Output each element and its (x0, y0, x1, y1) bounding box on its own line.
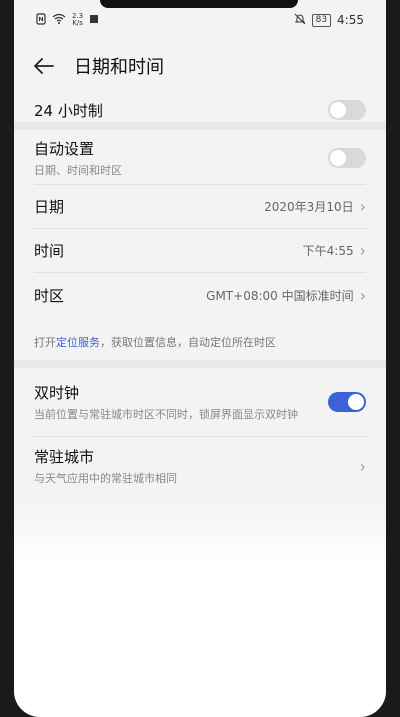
chevron-right-icon: › (359, 240, 366, 260)
section-separator (14, 122, 386, 130)
row-timezone-label: 时区 (34, 286, 65, 305)
notification-icon (89, 13, 99, 27)
section-separator (14, 360, 386, 368)
phone-screen: 2.3 K/s 83 4:55 日期和时间 24 小时制 自动设置 日期、时间和… (14, 0, 386, 717)
toggle-dual-clock[interactable] (328, 392, 366, 412)
arrow-left-icon (34, 58, 54, 74)
toggle-24-hour[interactable] (328, 100, 366, 120)
status-bar: 2.3 K/s 83 4:55 (14, 0, 386, 40)
location-note-suffix: ，获取位置信息，自动定位所在时区 (100, 336, 276, 349)
bottom-fade (14, 500, 386, 717)
speed-unit: K/s (72, 19, 83, 27)
row-auto-set[interactable]: 自动设置 日期、时间和时区 (14, 132, 386, 184)
row-home-city[interactable]: 常驻城市 与天气应用中的常驻城市相同 › (14, 442, 386, 490)
row-home-city-text: 常驻城市 与天气应用中的常驻城市相同 (34, 446, 177, 486)
row-home-city-label: 常驻城市 (34, 448, 95, 466)
location-note: 打开定位服务，获取位置信息，自动定位所在时区 (34, 334, 366, 350)
row-24-hour-label: 24 小时制 (34, 101, 103, 120)
status-left: 2.3 K/s (36, 13, 99, 28)
app-header: 日期和时间 (14, 40, 386, 92)
network-speed: 2.3 K/s (72, 13, 83, 27)
row-time-value-wrap: 下午4:55 › (303, 241, 366, 260)
back-button[interactable] (14, 40, 74, 92)
row-dual-clock-label: 双时钟 (34, 384, 80, 402)
row-auto-set-sub: 日期、时间和时区 (34, 164, 122, 177)
row-dual-clock-sub: 当前位置与常驻城市时区不同时，锁屏界面显示双时钟 (34, 408, 298, 421)
status-right: 83 4:55 (294, 13, 364, 28)
mute-icon (294, 13, 306, 28)
row-date[interactable]: 日期 2020年3月10日 › (14, 185, 386, 227)
location-service-link[interactable]: 定位服务 (56, 336, 100, 349)
row-dual-clock[interactable]: 双时钟 当前位置与常驻城市时区不同时，锁屏界面显示双时钟 (14, 372, 386, 432)
page-title: 日期和时间 (74, 57, 164, 78)
nfc-icon (36, 12, 46, 28)
row-date-value: 2020年3月10日 (264, 199, 354, 214)
row-time-value: 下午4:55 (302, 243, 354, 258)
battery-indicator: 83 (311, 13, 332, 27)
row-time-label: 时间 (34, 241, 65, 260)
toggle-auto-set[interactable] (328, 148, 366, 168)
row-date-value-wrap: 2020年3月10日 › (264, 197, 366, 216)
chevron-right-icon: › (359, 196, 366, 216)
row-dual-clock-text: 双时钟 当前位置与常驻城市时区不同时，锁屏界面显示双时钟 (34, 382, 304, 422)
row-timezone-value: GMT+08:00 中国标准时间 (206, 288, 354, 303)
row-timezone-value-wrap: GMT+08:00 中国标准时间 › (206, 286, 366, 305)
row-home-city-sub: 与天气应用中的常驻城市相同 (34, 472, 177, 485)
chevron-right-icon: › (359, 285, 366, 305)
status-time: 4:55 (337, 13, 364, 27)
row-timezone[interactable]: 时区 GMT+08:00 中国标准时间 › (14, 273, 386, 317)
divider (34, 436, 366, 437)
location-note-prefix: 打开 (34, 336, 56, 349)
row-auto-set-text: 自动设置 日期、时间和时区 (34, 138, 122, 178)
row-time[interactable]: 时间 下午4:55 › (14, 229, 386, 271)
row-auto-set-label: 自动设置 (34, 140, 95, 158)
row-date-label: 日期 (34, 197, 65, 216)
wifi-icon (52, 13, 66, 27)
chevron-right-icon: › (359, 456, 366, 476)
